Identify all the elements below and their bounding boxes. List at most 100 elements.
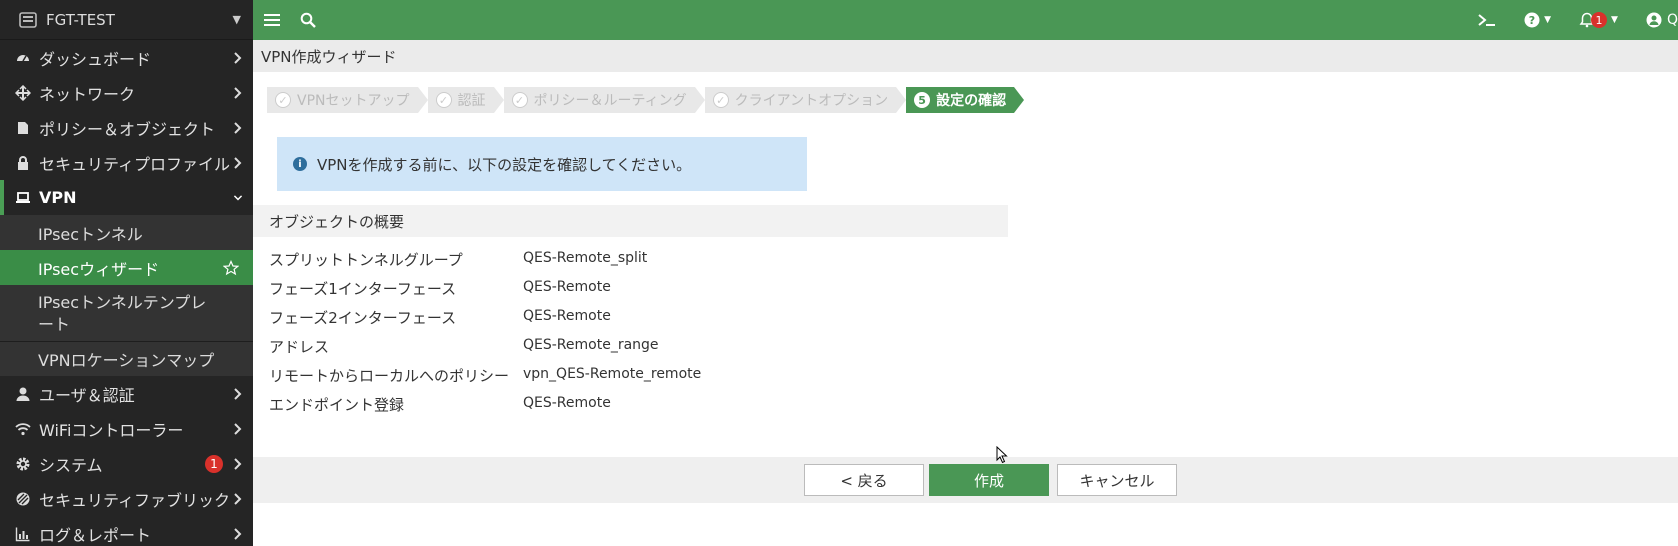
wizard-steps: ✓ VPNセットアップ ✓ 認証 ✓ ポリシー＆ルーティング ✓ クライアントオ… [267, 87, 1025, 113]
chevron-right-icon [234, 527, 242, 540]
summary-value: QES-Remote [523, 394, 611, 411]
cancel-button[interactable]: キャンセル [1057, 464, 1177, 496]
menu-toggle-button[interactable] [253, 0, 291, 40]
svg-text:?: ? [1529, 14, 1535, 27]
page-title: VPN作成ウィザード [261, 47, 397, 66]
sidebar-item-wifi-controller[interactable]: WiFiコントローラー [0, 411, 253, 446]
info-text: VPNを作成する前に、以下の設定を確認してください。 [317, 155, 692, 174]
summary-table: スプリットトンネルグループ QES-Remote_split フェーズ1インター… [269, 245, 701, 419]
chevron-down-icon [233, 194, 243, 200]
device-name: FGT-TEST [46, 10, 115, 29]
sidebar-item-network[interactable]: ネットワーク [0, 75, 253, 110]
summary-section-header: オブジェクトの概要 [253, 205, 1008, 237]
chevron-right-icon [234, 422, 242, 435]
check-icon: ✓ [275, 92, 291, 108]
sidebar-item-security-fabric[interactable]: セキュリティファブリック [0, 481, 253, 516]
user-icon [14, 385, 32, 403]
sidebar-item-label: ポリシー＆オブジェクト [39, 119, 216, 139]
device-selector[interactable]: FGT-TEST ▼ [0, 0, 253, 40]
summary-row: エンドポイント登録 QES-Remote [269, 390, 701, 419]
summary-value: QES-Remote [523, 278, 611, 295]
laptop-icon [14, 189, 32, 207]
user-initial: Q [1666, 12, 1678, 28]
summary-value: QES-Remote_range [523, 336, 659, 353]
top-bar-actions: ? ▼ 1 ▼ Q [1464, 0, 1678, 40]
summary-row: スプリットトンネルグループ QES-Remote_split [269, 245, 701, 274]
summary-key: アドレス [269, 338, 330, 356]
fortigate-logo-icon [19, 11, 37, 28]
sidebar-item-ipsec-wizard[interactable]: IPsecウィザード [0, 250, 253, 285]
sidebar-item-label: VPN [39, 188, 77, 207]
chevron-down-icon: ▼ [1544, 15, 1552, 25]
summary-title: オブジェクトの概要 [269, 212, 405, 231]
wizard-footer: < 戻る 作成 キャンセル [253, 457, 1678, 503]
wizard-step-label: クライアントオプション [734, 93, 889, 109]
sidebar-item-ipsec-tunnels[interactable]: IPsecトンネル [0, 215, 253, 250]
wizard-step-label: 設定の確認 [936, 93, 1007, 109]
sidebar-item-policy-objects[interactable]: ポリシー＆オブジェクト [0, 110, 253, 145]
sidebar-item-vpn-location-map[interactable]: VPNロケーションマップ [0, 341, 253, 376]
check-icon: ✓ [712, 92, 729, 108]
hamburger-icon [264, 14, 280, 26]
wizard-step-active: 5 設定の確認 [906, 87, 1025, 113]
check-icon: ✓ [511, 92, 528, 108]
dashboard-icon [14, 49, 32, 67]
summary-value: QES-Remote_split [523, 249, 648, 266]
sidebar-item-user-auth[interactable]: ユーザ＆認証 [0, 376, 253, 411]
policy-icon [14, 119, 32, 137]
chevron-right-icon [234, 86, 242, 99]
sidebar-item-label: IPsecトンネル [38, 224, 143, 244]
sidebar-item-label: ダッシュボード [39, 49, 152, 69]
user-icon [1646, 12, 1662, 28]
sidebar-item-label: システム [39, 455, 103, 475]
sidebar-item-dashboard[interactable]: ダッシュボード [0, 40, 253, 75]
sidebar-item-log-report[interactable]: ログ＆レポート [0, 516, 253, 546]
check-icon: ✓ [435, 92, 452, 108]
search-button[interactable] [291, 0, 325, 40]
sidebar-item-label: IPsecウィザード [38, 259, 160, 279]
chevron-right-icon [234, 492, 242, 505]
help-button[interactable]: ? ▼ [1510, 0, 1565, 40]
chevron-right-icon [234, 121, 242, 134]
search-icon [300, 12, 316, 28]
back-button[interactable]: < 戻る [804, 464, 924, 496]
user-menu-button[interactable]: Q [1632, 0, 1678, 40]
step-number: 5 [914, 92, 931, 108]
info-icon: i [293, 157, 307, 171]
summary-row: フェーズ1インターフェース QES-Remote [269, 274, 701, 303]
sidebar-item-system[interactable]: システム 1 [0, 446, 253, 481]
sidebar-item-label: ユーザ＆認証 [39, 385, 135, 405]
sidebar-item-label: WiFiコントローラー [39, 420, 184, 440]
terminal-icon [1478, 14, 1496, 26]
cli-console-button[interactable] [1464, 0, 1510, 40]
sidebar-item-label: VPNロケーションマップ [38, 351, 215, 370]
sidebar-item-ipsec-tunnel-templates[interactable]: IPsecトンネルテンプレート [0, 285, 253, 341]
sidebar-item-label: セキュリティプロファイル [39, 154, 231, 174]
wizard-step-label: ポリシー＆ルーティング [533, 93, 687, 109]
chevron-right-icon [234, 51, 242, 64]
chevron-down-icon: ▼ [1611, 15, 1618, 25]
help-icon: ? [1524, 12, 1540, 28]
sidebar-item-label: IPsecトンネルテンプレート [38, 293, 207, 334]
summary-row: フェーズ2インターフェース QES-Remote [269, 303, 701, 332]
sidebar-item-security-profiles[interactable]: セキュリティプロファイル [0, 145, 253, 180]
sidebar-item-vpn[interactable]: VPN [0, 180, 253, 215]
star-icon[interactable] [223, 259, 239, 276]
chevron-right-icon [234, 387, 242, 400]
wizard-step-label: 認証 [457, 93, 486, 109]
summary-row: アドレス QES-Remote_range [269, 332, 701, 361]
top-bar: ? ▼ 1 ▼ Q [253, 0, 1678, 40]
create-button[interactable]: 作成 [929, 464, 1049, 496]
summary-key: リモートからローカルへのポリシー [269, 367, 510, 385]
sidebar: FGT-TEST ▼ ダッシュボード ネットワーク ポリシー＆オブジェクト セキ… [0, 0, 253, 546]
sidebar-item-label: ログ＆レポート [39, 525, 152, 545]
summary-value: QES-Remote [523, 307, 611, 324]
summary-key: スプリットトンネルグループ [269, 251, 463, 269]
mouse-cursor-icon [996, 446, 1008, 464]
notifications-button[interactable]: 1 ▼ [1565, 0, 1632, 40]
wizard-step: ✓ ポリシー＆ルーティング [503, 87, 705, 113]
page-title-bar: VPN作成ウィザード [253, 40, 1678, 72]
gear-icon [14, 455, 32, 473]
summary-value: vpn_QES-Remote_remote [523, 365, 702, 382]
chart-icon [14, 525, 32, 543]
